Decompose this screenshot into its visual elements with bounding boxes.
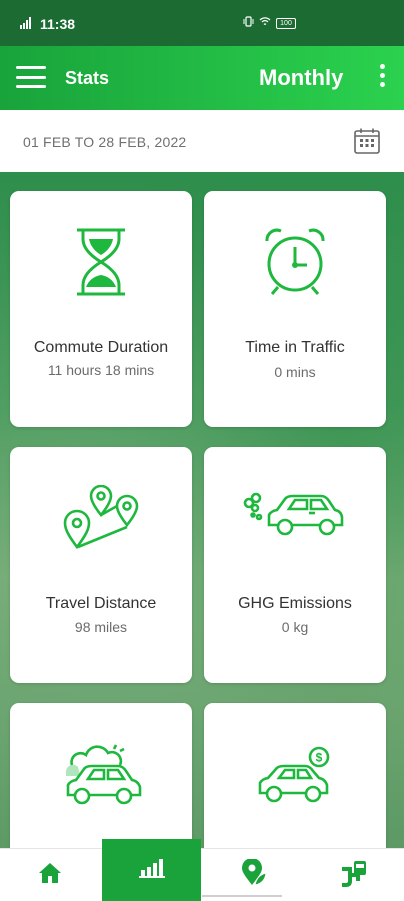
bottom-nav — [0, 839, 404, 901]
page-title: Stats — [65, 68, 110, 88]
status-time: 11:38 — [40, 16, 76, 32]
card-label: Time in Traffic — [245, 339, 345, 356]
gesture-bar — [202, 895, 282, 897]
nav-map[interactable] — [204, 849, 304, 901]
date-range-text: 01 FEB TO 28 FEB, 2022 — [23, 134, 187, 150]
car-cost-icon: $ — [204, 745, 386, 805]
nav-stats[interactable] — [102, 839, 201, 901]
alarm-clock-icon — [204, 227, 386, 297]
more-options-icon[interactable] — [377, 64, 387, 92]
hourglass-icon — [10, 227, 192, 297]
menu-icon[interactable] — [16, 66, 46, 88]
status-bar: 11:38 100 — [0, 0, 404, 46]
card-value: 98 miles — [74, 619, 128, 635]
card-value: 11 hours 18 mins — [47, 362, 155, 378]
ghg-emissions-card[interactable]: GHG Emissions 0 kg — [204, 447, 386, 683]
date-range-bar: 01 FEB TO 28 FEB, 2022 — [0, 110, 404, 172]
card-value: 0 kg — [281, 619, 309, 635]
signal-icon — [20, 16, 34, 32]
travel-distance-card[interactable]: Travel Distance 98 miles — [10, 447, 192, 683]
period-selector[interactable]: Monthly — [259, 65, 343, 91]
commute-duration-card[interactable]: Commute Duration 11 hours 18 mins — [10, 191, 192, 427]
car-smoke-icon — [10, 743, 192, 807]
route-pins-icon — [10, 485, 192, 551]
vibrate-icon — [243, 16, 254, 30]
car-exhaust-icon — [204, 491, 386, 541]
carbon-card[interactable] — [10, 703, 192, 848]
app-bar: Stats Monthly — [0, 46, 404, 110]
map-leaf-icon — [241, 857, 267, 892]
nav-transit[interactable] — [304, 849, 404, 901]
card-label: Commute Duration — [33, 339, 169, 356]
transit-icon — [340, 859, 368, 892]
svg-text:$: $ — [316, 751, 323, 765]
card-label: GHG Emissions — [238, 595, 352, 612]
battery-icon: 100 — [276, 17, 296, 29]
nav-home[interactable] — [0, 849, 100, 901]
fuel-cost-card[interactable]: $ — [204, 703, 386, 848]
stats-grid: Commute Duration 11 hours 18 mins Time i… — [0, 172, 404, 848]
wifi-icon — [259, 16, 271, 30]
calendar-icon[interactable] — [353, 127, 381, 160]
card-label: Travel Distance — [45, 595, 157, 612]
home-icon — [38, 862, 62, 889]
time-in-traffic-card[interactable]: Time in Traffic 0 mins — [204, 191, 386, 427]
card-value: 0 mins — [274, 364, 316, 380]
stats-bars-icon — [138, 858, 165, 883]
